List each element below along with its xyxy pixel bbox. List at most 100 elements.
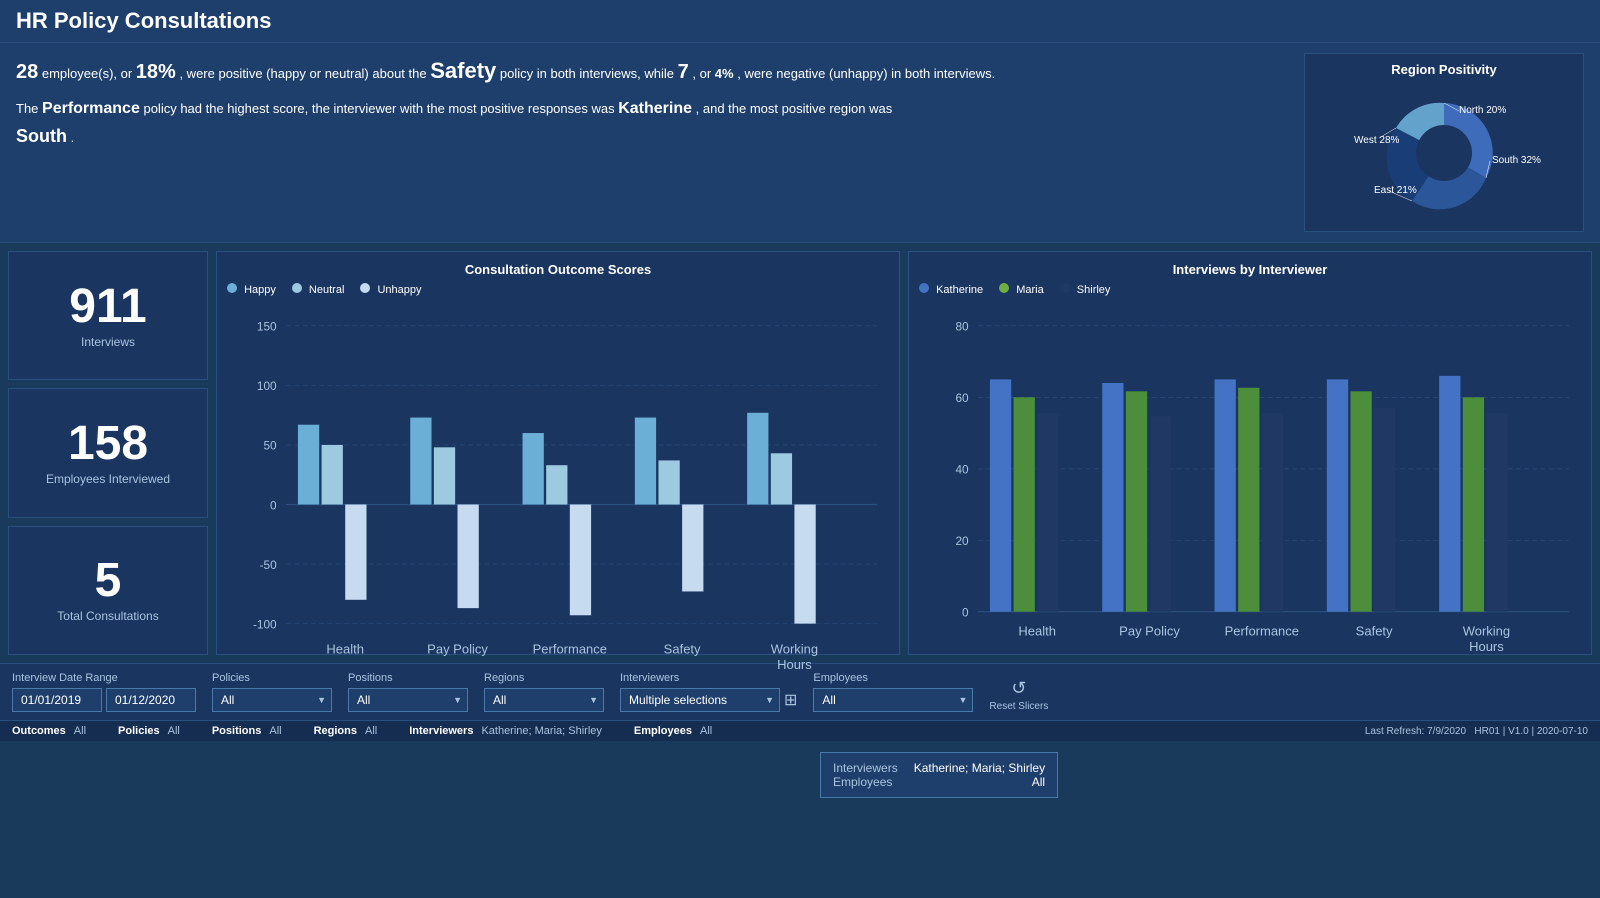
summary-mid2: , were positive (happy or neutral) about… <box>179 66 430 81</box>
tooltip-employees-key: Employees <box>833 775 892 789</box>
tooltip-employees-val: All <box>1032 775 1045 789</box>
maria-dot <box>999 283 1009 293</box>
legend-maria: Maria <box>999 283 1044 296</box>
svg-text:Health: Health <box>326 641 364 656</box>
interviewer-chart-area: 80 60 40 20 0 <box>919 302 1581 695</box>
svg-text:-50: -50 <box>260 558 277 572</box>
svg-text:Working: Working <box>771 641 818 656</box>
summary-num2: 7 <box>678 61 689 83</box>
policies-select[interactable]: All <box>212 688 332 712</box>
summary-or: , or <box>692 66 714 81</box>
kpi-consultations-label: Total Consultations <box>57 609 158 623</box>
svg-text:0: 0 <box>270 498 277 512</box>
consultation-chart-legend: Happy Neutral Unhappy <box>227 283 889 296</box>
legend-katherine: Katherine <box>919 283 983 296</box>
svg-text:50: 50 <box>263 439 277 453</box>
employees-select-wrapper: All <box>813 688 973 712</box>
svg-text:80: 80 <box>955 320 969 334</box>
consultation-chart-title: Consultation Outcome Scores <box>227 262 889 277</box>
version-info: HR01 | V1.0 | 2020-07-10 <box>1474 726 1588 737</box>
legend-neutral: Neutral <box>292 283 345 296</box>
date-range-inputs <box>12 688 196 712</box>
tooltip-interviewers-row: Interviewers Katherine; Maria; Shirley <box>833 761 1045 775</box>
date-start-input[interactable] <box>12 688 102 712</box>
date-end-input[interactable] <box>106 688 196 712</box>
interviewer-chart-legend: Katherine Maria Shirley <box>919 283 1581 296</box>
kpi-interviews-number: 911 <box>69 283 146 331</box>
bottom-outcomes-key: Outcomes <box>12 725 66 737</box>
svg-text:150: 150 <box>257 320 277 334</box>
bottom-outcomes-val: All <box>74 725 86 737</box>
kpi-interviews-label: Interviews <box>81 335 135 349</box>
west-label: West 28% <box>1354 135 1399 146</box>
interviewers-select-wrapper: Multiple selections <box>620 688 780 712</box>
bottom-bar: Outcomes All Policies All Positions All … <box>0 720 1600 741</box>
summary-mid5: , and the most positive region was <box>696 101 893 116</box>
south-label: South 32% <box>1492 155 1541 166</box>
svg-text:Working: Working <box>1463 623 1510 638</box>
svg-text:Hours: Hours <box>777 657 812 672</box>
summary-text: 28 employee(s), or 18% , were positive (… <box>16 53 1288 232</box>
svg-text:20: 20 <box>955 534 969 548</box>
legend-happy: Happy <box>227 283 276 296</box>
page-title: HR Policy Consultations <box>16 8 1584 34</box>
last-refresh: Last Refresh: 7/9/2020 HR01 | V1.0 | 202… <box>1365 726 1588 737</box>
kpi-employees: 158 Employees Interviewed <box>8 388 208 517</box>
bottom-positions: Positions All <box>212 725 282 737</box>
tooltip-employees-row: Employees All <box>833 775 1045 789</box>
summary-policy1: Safety <box>430 58 496 83</box>
summary-dot: . <box>71 130 75 145</box>
unhappy-dot <box>360 283 370 293</box>
bottom-positions-val: All <box>269 725 281 737</box>
summary-name: Katherine <box>618 100 692 117</box>
kpi-interviews: 911 Interviews <box>8 251 208 380</box>
east-label: East 21% <box>1374 185 1417 196</box>
summary-the: The <box>16 101 42 116</box>
regions-select-wrapper: All <box>484 688 604 712</box>
date-range-label: Interview Date Range <box>12 672 196 684</box>
tooltip-popup: Interviewers Katherine; Maria; Shirley E… <box>820 752 1058 798</box>
happy-dot <box>227 283 237 293</box>
svg-text:Safety: Safety <box>664 641 701 656</box>
legend-shirley: Shirley <box>1060 283 1111 296</box>
reset-label: Reset Slicers <box>989 701 1048 712</box>
svg-text:40: 40 <box>955 462 969 476</box>
svg-text:100: 100 <box>257 379 277 393</box>
last-refresh-date: Last Refresh: 7/9/2020 <box>1365 726 1466 737</box>
header: HR Policy Consultations <box>0 0 1600 43</box>
kpi-employees-label: Employees Interviewed <box>46 472 170 486</box>
region-positivity-panel: Region Positivity North 20% South 32% Ea… <box>1304 53 1584 232</box>
summary-pct1: 18% <box>136 61 176 83</box>
bottom-policies-val: All <box>168 725 180 737</box>
tooltip-interviewers-val: Katherine; Maria; Shirley <box>914 761 1045 775</box>
kpi-consultations: 5 Total Consultations <box>8 526 208 655</box>
bottom-outcomes: Outcomes All <box>12 725 86 737</box>
bottom-interviewers: Interviewers Katherine; Maria; Shirley <box>409 725 602 737</box>
summary-end1: , were negative (unhappy) in both interv… <box>737 66 995 81</box>
svg-text:Safety: Safety <box>1356 623 1393 638</box>
bottom-employees: Employees All <box>634 725 712 737</box>
kpi-panel: 911 Interviews 158 Employees Interviewed… <box>8 251 208 655</box>
svg-text:0: 0 <box>962 605 969 619</box>
summary-pct2: 4% <box>715 66 734 81</box>
interviewer-chart-panel: Interviews by Interviewer Katherine Mari… <box>908 251 1592 655</box>
regions-select[interactable]: All <box>484 688 604 712</box>
donut-container: North 20% South 32% East 21% West 28% <box>1317 83 1571 223</box>
svg-text:60: 60 <box>955 391 969 405</box>
interviewers-select[interactable]: Multiple selections <box>620 688 780 712</box>
bottom-policies-key: Policies <box>118 725 160 737</box>
bottom-employees-val: All <box>700 725 712 737</box>
bottom-positions-key: Positions <box>212 725 262 737</box>
main-content: 911 Interviews 158 Employees Interviewed… <box>0 243 1600 663</box>
policies-select-wrapper: All <box>212 688 332 712</box>
shirley-dot <box>1060 283 1070 293</box>
consultation-svg: 150 100 50 0 -50 -100 <box>227 302 889 695</box>
bottom-regions: Regions All <box>314 725 378 737</box>
employees-select[interactable]: All <box>813 688 973 712</box>
summary-mid1: employee(s), or <box>42 66 136 81</box>
tooltip-interviewers-key: Interviewers <box>833 761 898 775</box>
legend-unhappy: Unhappy <box>360 283 421 296</box>
positions-select[interactable]: All <box>348 688 468 712</box>
consultation-chart-panel: Consultation Outcome Scores Happy Neutra… <box>216 251 900 655</box>
positions-select-wrapper: All <box>348 688 468 712</box>
